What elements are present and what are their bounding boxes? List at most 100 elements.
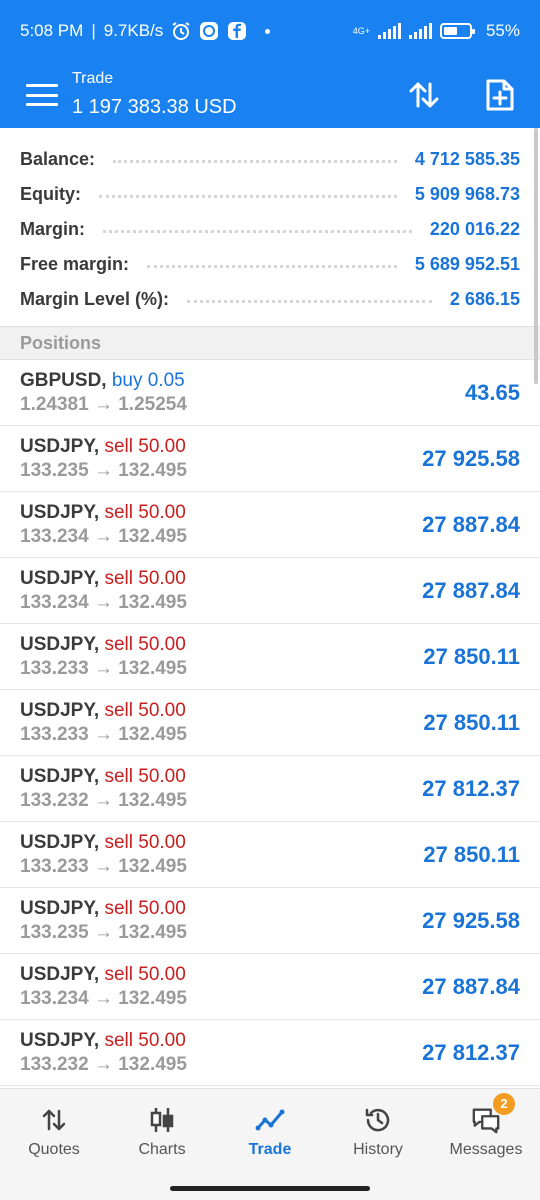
summary-row-margin: Margin: 220 016.22 bbox=[20, 212, 520, 247]
position-side: sell 50.00 bbox=[104, 567, 186, 589]
position-row[interactable]: USDJPY, sell 50.00 133.234 → 132.495 27 … bbox=[0, 954, 540, 1020]
positions-section-header: Positions bbox=[0, 326, 540, 360]
scrollbar[interactable] bbox=[534, 128, 538, 384]
nav-trade[interactable]: Trade bbox=[216, 1089, 324, 1174]
position-side: sell 50.00 bbox=[104, 501, 186, 523]
position-prices: 133.233 → 132.495 bbox=[20, 723, 187, 745]
position-side: sell 50.00 bbox=[104, 831, 186, 853]
summary-row-free-margin: Free margin: 5 689 952.51 bbox=[20, 247, 520, 282]
charts-icon bbox=[147, 1105, 177, 1135]
position-symbol: USDJPY, bbox=[20, 963, 100, 985]
position-prices: 133.235 → 132.495 bbox=[20, 459, 187, 481]
position-row[interactable]: USDJPY, sell 50.00 133.232 → 132.495 27 … bbox=[0, 756, 540, 822]
header-subtitle: Trade bbox=[72, 70, 114, 87]
nav-label: History bbox=[353, 1140, 403, 1158]
messages-icon: 2 bbox=[471, 1092, 515, 1135]
position-prices: 133.234 → 132.495 bbox=[20, 987, 187, 1009]
position-symbol: USDJPY, bbox=[20, 831, 100, 853]
battery-icon bbox=[439, 23, 475, 39]
position-side: sell 50.00 bbox=[104, 1029, 186, 1051]
nav-charts[interactable]: Charts bbox=[108, 1089, 216, 1174]
position-profit: 27 887.84 bbox=[422, 511, 520, 537]
position-side: sell 50.00 bbox=[104, 765, 186, 787]
nav-messages[interactable]: 2 Messages bbox=[432, 1089, 540, 1174]
home-indicator[interactable] bbox=[170, 1186, 370, 1191]
dotted-leader bbox=[103, 230, 412, 233]
position-profit: 27 812.37 bbox=[422, 1039, 520, 1065]
position-row[interactable]: USDJPY, sell 50.00 133.233 → 132.495 27 … bbox=[0, 624, 540, 690]
position-side: sell 50.00 bbox=[104, 435, 186, 457]
position-row[interactable]: USDJPY, sell 50.00 133.235 → 132.495 27 … bbox=[0, 426, 540, 492]
position-symbol: USDJPY, bbox=[20, 633, 100, 655]
position-row[interactable]: GBPUSD, buy 0.05 1.24381 → 1.25254 43.65 bbox=[0, 360, 540, 426]
account-summary: Balance: 4 712 585.35 Equity: 5 909 968.… bbox=[0, 128, 540, 326]
position-prices: 133.232 → 132.495 bbox=[20, 789, 187, 811]
whatsapp-icon bbox=[199, 21, 219, 41]
sort-icon[interactable] bbox=[406, 77, 442, 113]
position-row[interactable]: USDJPY, sell 50.00 133.233 → 132.495 27 … bbox=[0, 690, 540, 756]
position-prices: 133.233 → 132.495 bbox=[20, 657, 187, 679]
position-side: sell 50.00 bbox=[104, 699, 186, 721]
new-order-icon[interactable] bbox=[482, 77, 518, 113]
status-separator: | bbox=[91, 21, 96, 40]
alarm-icon bbox=[171, 21, 191, 41]
menu-icon[interactable] bbox=[26, 84, 58, 106]
position-symbol: USDJPY, bbox=[20, 897, 100, 919]
position-prices: 133.233 → 132.495 bbox=[20, 855, 187, 877]
signal-icon bbox=[377, 23, 401, 39]
app-header: Trade 1 197 383.38 USD bbox=[0, 62, 540, 128]
summary-label: Equity: bbox=[20, 184, 81, 204]
status-bar: 5:08 PM | 9.7KB/s 4G+ 55% bbox=[0, 0, 540, 62]
position-row[interactable]: USDJPY, sell 50.00 133.234 → 132.495 27 … bbox=[0, 558, 540, 624]
quotes-icon bbox=[39, 1105, 69, 1135]
status-speed: 9.7KB/s bbox=[103, 21, 164, 40]
facebook-icon bbox=[227, 21, 247, 41]
summary-row-margin-level: Margin Level (%): 2 686.15 bbox=[20, 282, 520, 317]
position-side: sell 50.00 bbox=[104, 963, 186, 985]
summary-label: Balance: bbox=[20, 149, 96, 169]
messages-badge: 2 bbox=[493, 1092, 515, 1115]
dotted-leader bbox=[187, 300, 432, 303]
trade-icon bbox=[255, 1105, 285, 1135]
nav-quotes[interactable]: Quotes bbox=[0, 1089, 108, 1174]
position-symbol: USDJPY, bbox=[20, 699, 100, 721]
network-type: 4G+ bbox=[352, 25, 370, 36]
summary-label: Margin Level (%): bbox=[20, 289, 170, 309]
position-prices: 133.235 → 132.495 bbox=[20, 921, 187, 943]
nav-label: Charts bbox=[138, 1140, 186, 1158]
summary-label: Margin: bbox=[20, 219, 85, 239]
position-row[interactable]: USDJPY, sell 50.00 133.235 → 132.495 27 … bbox=[0, 888, 540, 954]
dotted-leader bbox=[147, 265, 397, 268]
header-balance: 1 197 383.38 USD bbox=[72, 96, 237, 118]
position-symbol: USDJPY, bbox=[20, 765, 100, 787]
nav-history[interactable]: History bbox=[324, 1089, 432, 1174]
position-row[interactable]: USDJPY, sell 50.00 133.234 → 132.495 27 … bbox=[0, 492, 540, 558]
position-symbol: USDJPY, bbox=[20, 435, 100, 457]
position-profit: 27 812.37 bbox=[422, 775, 520, 801]
position-side: sell 50.00 bbox=[104, 897, 186, 919]
dotted-leader bbox=[113, 160, 397, 163]
position-profit: 43.65 bbox=[464, 379, 520, 405]
position-prices: 1.24381 → 1.25254 bbox=[20, 393, 187, 415]
nav-label: Trade bbox=[248, 1140, 292, 1158]
summary-row-balance: Balance: 4 712 585.35 bbox=[20, 142, 520, 177]
signal-2-icon bbox=[408, 23, 432, 39]
position-symbol: USDJPY, bbox=[20, 567, 100, 589]
position-side: buy 0.05 bbox=[111, 369, 185, 391]
bottom-navigation: Quotes Charts Trade History 2 Messages bbox=[0, 1088, 540, 1174]
history-icon bbox=[363, 1105, 393, 1135]
position-row[interactable]: USDJPY, sell 50.00 133.233 → 132.495 27 … bbox=[0, 822, 540, 888]
position-symbol: USDJPY, bbox=[20, 501, 100, 523]
position-profit: 27 850.11 bbox=[423, 643, 520, 669]
position-prices: 133.234 → 132.495 bbox=[20, 525, 187, 547]
summary-value: 5 909 968.73 bbox=[414, 184, 520, 204]
summary-label: Free margin: bbox=[20, 254, 130, 274]
nav-label: Messages bbox=[449, 1140, 523, 1158]
positions-list: GBPUSD, buy 0.05 1.24381 → 1.25254 43.65… bbox=[0, 360, 540, 1086]
position-row[interactable]: USDJPY, sell 50.00 133.232 → 132.495 27 … bbox=[0, 1020, 540, 1086]
notification-dot-icon bbox=[265, 28, 271, 34]
position-profit: 27 850.11 bbox=[423, 709, 520, 735]
summary-row-equity: Equity: 5 909 968.73 bbox=[20, 177, 520, 212]
position-prices: 133.232 → 132.495 bbox=[20, 1053, 187, 1075]
status-time: 5:08 PM bbox=[20, 21, 84, 40]
